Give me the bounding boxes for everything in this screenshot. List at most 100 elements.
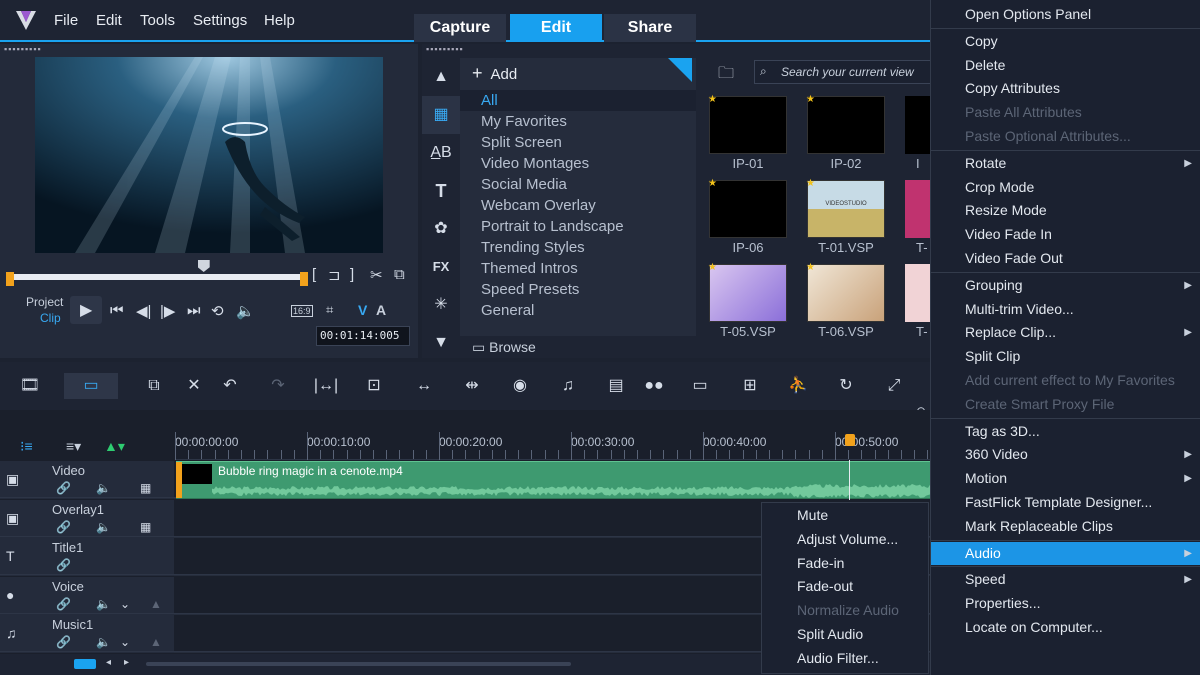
copy-attributes-icon[interactable]: ⧉	[140, 372, 168, 400]
scroll-left-icon[interactable]: ◂	[106, 657, 111, 668]
scroll-thumb[interactable]	[146, 662, 571, 666]
category-item[interactable]: Themed Intros	[460, 258, 696, 279]
audio-submenu-item[interactable]: Adjust Volume...	[762, 528, 928, 552]
tab-edit[interactable]: Edit	[510, 14, 602, 42]
import-folder-icon[interactable]: 🗀	[718, 62, 734, 89]
storyboard-view-icon[interactable]: 🎞	[16, 372, 44, 400]
category-item[interactable]: Video Montages	[460, 153, 696, 174]
redo-icon[interactable]: ↷	[264, 372, 292, 400]
home-icon[interactable]: ⏮	[110, 302, 124, 319]
motion-icon[interactable]: ⛹	[784, 372, 812, 400]
enlarge-icon[interactable]: ⧉	[394, 266, 405, 283]
volume-icon[interactable]: 🔈	[96, 635, 111, 649]
timecode-display[interactable]: 00:01:14:005	[316, 326, 410, 346]
context-menu-item[interactable]: Tag as 3D...	[931, 420, 1200, 444]
scrub-playhead[interactable]	[197, 260, 210, 272]
track-type-icon[interactable]: ▣	[6, 471, 19, 488]
trim-tool-icon[interactable]: ⇹	[458, 372, 486, 400]
scroll-up-icon[interactable]: ▲	[422, 58, 460, 96]
instant-project-icon[interactable]: ▦	[422, 96, 460, 134]
scrub-bar[interactable]	[10, 274, 308, 280]
ripple-icon[interactable]: ▲	[150, 597, 162, 611]
category-item[interactable]: Speed Presets	[460, 279, 696, 300]
search-input[interactable]: ⌕ Search your current view	[754, 60, 934, 84]
project-mode-label[interactable]: Project	[26, 295, 63, 309]
aspect-ratio[interactable]: 16:9	[291, 305, 313, 317]
mark-out-handle[interactable]	[300, 272, 308, 286]
context-menu-item[interactable]: Crop Mode	[931, 176, 1200, 200]
transition-icon[interactable]: A̲B	[422, 134, 460, 172]
category-item[interactable]: Portrait to Landscape	[460, 216, 696, 237]
add-marker-icon[interactable]: ▲▾	[104, 438, 125, 455]
menu-tools[interactable]: Tools	[140, 12, 175, 29]
loop-icon[interactable]: ↻	[832, 372, 860, 400]
track-header[interactable]: ▣ Video 🔗 🔈 ▦	[0, 461, 174, 499]
context-menu-item[interactable]: FastFlick Template Designer...	[931, 491, 1200, 515]
mark-out-icon[interactable]: ]	[350, 266, 354, 283]
repeat-icon[interactable]: ⟲	[211, 302, 224, 320]
context-menu-item[interactable]: Speed ▶	[931, 568, 1200, 592]
tab-capture[interactable]: Capture	[414, 14, 506, 42]
context-menu-item[interactable]: Rotate ▶	[931, 152, 1200, 176]
mark-in-icon[interactable]: [	[312, 266, 316, 283]
end-icon[interactable]: ⏭	[187, 302, 201, 319]
fit-icon[interactable]: |↔|	[312, 372, 340, 400]
grid-icon[interactable]: ▦	[140, 520, 151, 534]
track-type-icon[interactable]: T	[6, 548, 15, 564]
link-icon[interactable]: 🔗	[56, 597, 71, 611]
expand-icon[interactable]: ⌄	[120, 635, 130, 649]
track-header[interactable]: T Title1 🔗	[0, 538, 174, 576]
template-thumbnail[interactable]: ★ IP-02	[804, 94, 888, 171]
category-item[interactable]: Social Media	[460, 174, 696, 195]
video-clip[interactable]: Bubble ring magic in a cenote.mp4	[176, 461, 932, 499]
audio-submenu-item[interactable]: Split Audio	[762, 623, 928, 647]
template-thumbnail[interactable]: ★ T-05.VSP	[706, 262, 790, 339]
audio-submenu-item[interactable]: Fade-in	[762, 552, 928, 576]
volume-icon[interactable]: 🔈	[96, 481, 111, 495]
volume-icon[interactable]: 🔈	[96, 597, 111, 611]
track-header[interactable]: ♫ Music1 🔗 🔈 ⌄ ▲	[0, 615, 174, 653]
tab-share[interactable]: Share	[604, 14, 696, 42]
next-frame-icon[interactable]: |▶	[160, 302, 175, 320]
context-menu-item[interactable]: Open Options Panel	[931, 3, 1200, 27]
link-icon[interactable]: 🔗	[56, 520, 71, 534]
chapter-icon[interactable]: ≡▾	[66, 438, 81, 455]
context-menu-item[interactable]: Properties...	[931, 592, 1200, 616]
context-menu-item[interactable]: Split Clip	[931, 345, 1200, 369]
crop-timeline-icon[interactable]: ⊡	[360, 372, 388, 400]
menu-settings[interactable]: Settings	[193, 12, 247, 29]
category-item[interactable]: All	[460, 90, 696, 111]
category-item[interactable]: General	[460, 300, 696, 321]
audio-submenu-item[interactable]: Mute	[762, 504, 928, 528]
color-icon[interactable]: ●●	[640, 372, 668, 400]
audio-submenu-item[interactable]: Fade-out	[762, 575, 928, 599]
trim-icon[interactable]: ⊐	[328, 266, 341, 284]
crop-icon[interactable]: ⌗	[326, 302, 333, 318]
ripple-icon[interactable]: ▲	[150, 635, 162, 649]
grid-icon[interactable]: ▦	[140, 481, 151, 495]
prev-frame-icon[interactable]: ◀|	[136, 302, 151, 320]
scissors-icon[interactable]: ✂	[370, 266, 383, 284]
track-header[interactable]: ▣ Overlay1 🔗 🔈 ▦	[0, 499, 174, 538]
path-icon[interactable]: ✳	[422, 286, 460, 324]
category-item[interactable]: My Favorites	[460, 111, 696, 132]
scroll-right-icon[interactable]: ▸	[124, 657, 129, 668]
mark-in-handle[interactable]	[6, 272, 14, 286]
audio-track-icon[interactable]: A	[376, 302, 386, 318]
link-icon[interactable]: 🔗	[56, 635, 71, 649]
context-menu-item[interactable]: Locate on Computer...	[931, 616, 1200, 640]
context-menu-item[interactable]: Video Fade Out	[931, 247, 1200, 271]
scroll-down-icon[interactable]: ▼	[422, 324, 460, 362]
fx-icon[interactable]: FX	[422, 248, 460, 286]
subtitle-icon[interactable]: ▭	[686, 372, 714, 400]
title-icon[interactable]: T	[422, 172, 460, 210]
sound-mixer-icon[interactable]: ♫	[554, 372, 582, 400]
template-thumbnail[interactable]: ★ VIDEOSTUDIO T-01.VSP	[804, 178, 888, 255]
add-category-button[interactable]: + Add	[460, 58, 696, 88]
category-item[interactable]: Split Screen	[460, 132, 696, 153]
expand-icon[interactable]: ⌄	[120, 597, 130, 611]
context-menu-item[interactable]: Mark Replaceable Clips	[931, 515, 1200, 539]
menu-file[interactable]: File	[54, 12, 78, 29]
template-thumbnail[interactable]: ★ IP-01	[706, 94, 790, 171]
track-icon[interactable]: ⤢	[880, 372, 908, 400]
